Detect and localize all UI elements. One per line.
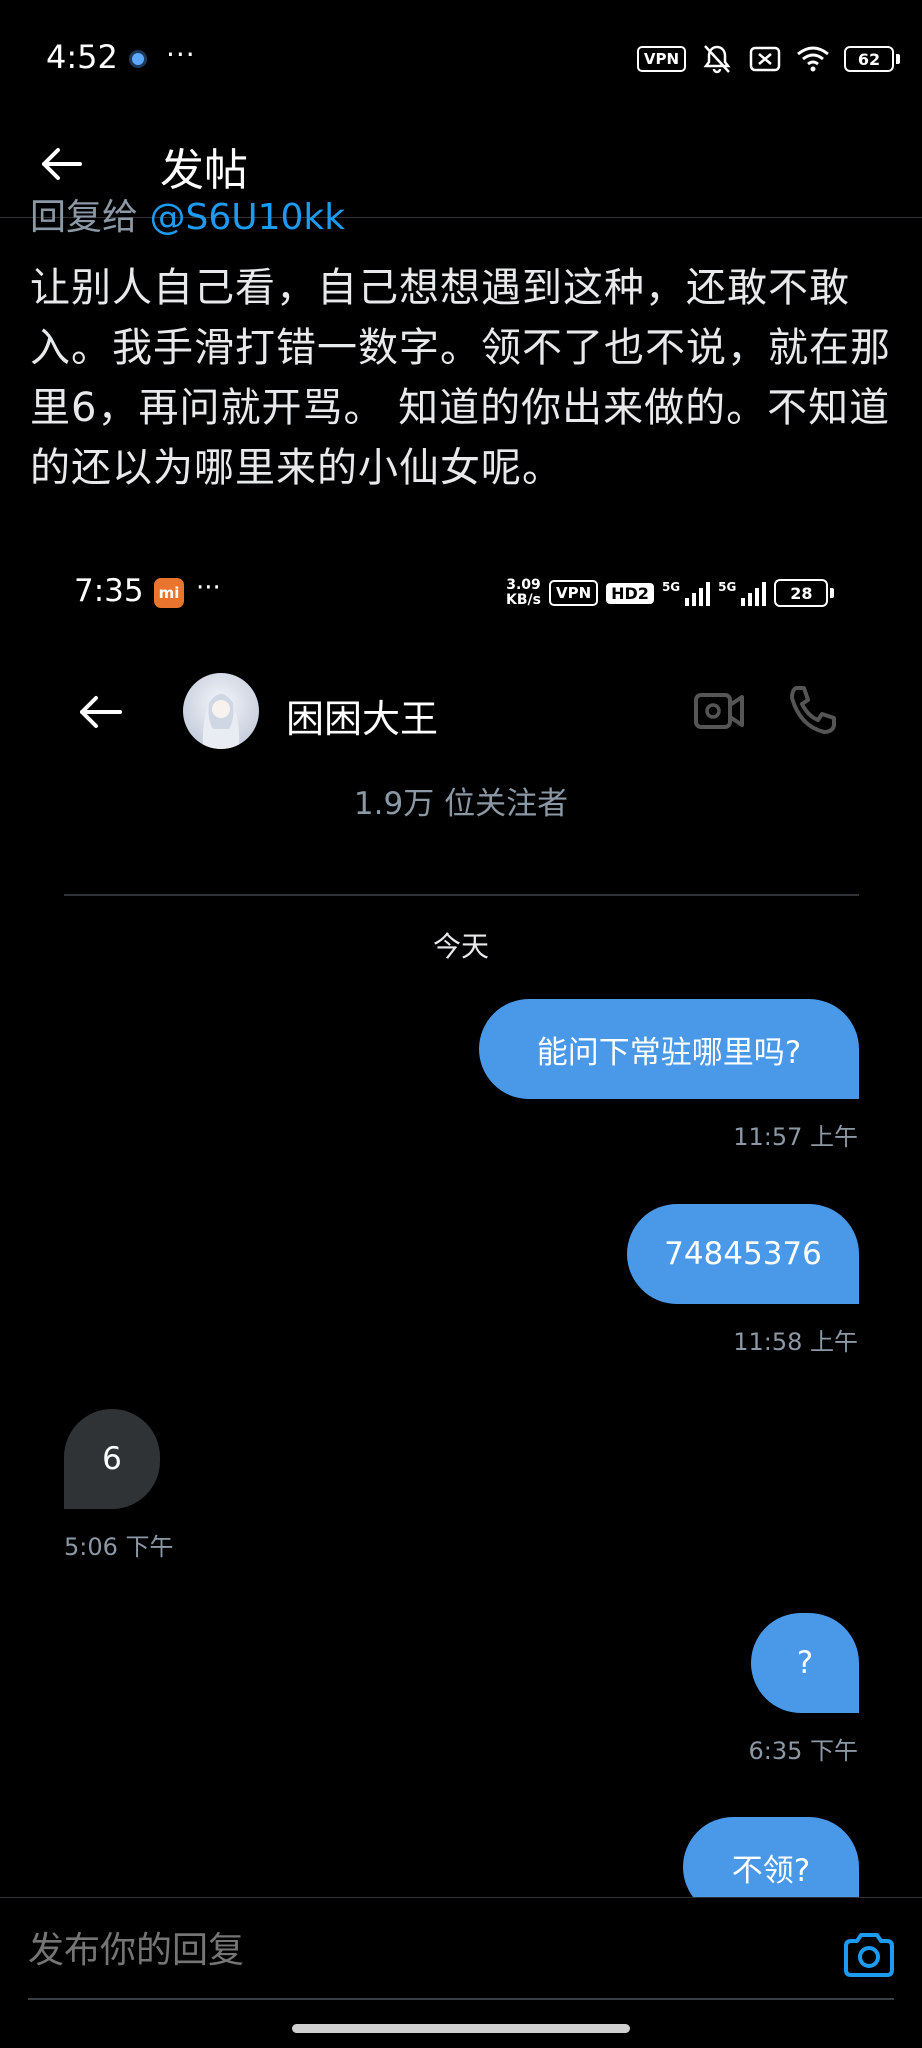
divider <box>64 894 859 896</box>
page-title: 发帖 <box>160 145 248 196</box>
follower-count: 1.9万 位关注者 <box>353 786 569 822</box>
status-icons: VPN 62 <box>636 42 900 76</box>
embedded-status-time: 7:35 <box>74 573 144 609</box>
status-time: 4:52 <box>46 38 118 76</box>
message-timestamp: 11:58 上午 <box>733 1328 858 1356</box>
camera-icon[interactable] <box>842 1930 896 1980</box>
message-timestamp: 6:35 下午 <box>748 1737 858 1765</box>
notification-dot-icon <box>132 53 144 65</box>
home-indicator[interactable] <box>292 2024 630 2033</box>
hd-voice-icon: HD2 <box>606 582 654 604</box>
message-bubble-outgoing[interactable]: 不领? <box>683 1817 859 1897</box>
wifi-icon <box>797 46 829 72</box>
embedded-vpn-icon: VPN <box>548 580 599 606</box>
contact-name: 困困大王 <box>286 697 439 741</box>
message-bubble-outgoing[interactable]: 74845376 <box>627 1204 859 1304</box>
message-bubble-outgoing[interactable]: ? <box>751 1613 859 1713</box>
reply-input[interactable] <box>28 1930 808 1971</box>
vpn-icon: VPN <box>636 46 686 72</box>
back-arrow-icon[interactable] <box>36 138 88 190</box>
message-timestamp: 11:57 上午 <box>733 1123 858 1151</box>
input-underline <box>28 1998 894 2000</box>
mute-icon <box>703 45 731 74</box>
signal-icon-2: 5G <box>718 580 767 606</box>
signal-icon: 5G <box>662 580 711 606</box>
message-clip: 不领? <box>0 1800 922 1897</box>
reply-to-handle[interactable]: @S6U10kk <box>149 197 345 235</box>
reply-to-line: 回复给 @S6U10kk <box>30 195 345 235</box>
avatar[interactable] <box>183 673 259 749</box>
more-notifications-icon: ··· <box>166 38 196 71</box>
embedded-more-icon: ··· <box>196 573 221 603</box>
reply-to-prefix: 回复给 <box>30 197 139 235</box>
no-sim-icon <box>749 46 781 72</box>
mi-logo-icon: mi <box>154 578 184 608</box>
message-timestamp: 5:06 下午 <box>64 1533 174 1561</box>
phone-call-icon[interactable] <box>786 682 838 736</box>
date-separator: 今天 <box>432 930 489 963</box>
network-speed: 3.09 KB/s <box>506 577 541 608</box>
post-body-text: 让别人自己看，自己想想遇到这种，还敢不敢入。我手滑打错一数字。领不了也不说，就在… <box>30 265 891 491</box>
embedded-battery-icon: 28 <box>774 579 835 607</box>
message-bubble-incoming[interactable]: 6 <box>64 1409 160 1509</box>
message-bubble-outgoing[interactable]: 能问下常驻哪里吗? <box>479 999 859 1099</box>
chat-back-arrow-icon[interactable] <box>76 690 126 734</box>
embedded-status-icons: 3.09 KB/s VPN HD2 5G 5G 28 <box>506 574 835 612</box>
status-bar: 4:52 ··· VPN 62 <box>0 0 922 110</box>
battery-icon: 62 <box>844 46 900 72</box>
divider <box>0 1897 922 1898</box>
video-call-icon[interactable] <box>692 685 746 737</box>
